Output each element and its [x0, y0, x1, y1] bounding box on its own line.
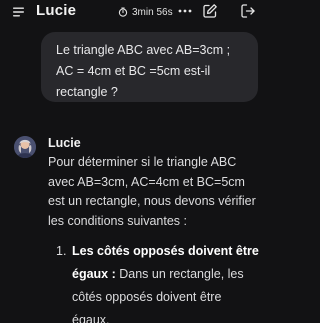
user-message-text: Le triangle ABC avec AB=3cm ; AC = 4cm e… [56, 43, 231, 99]
top-bar: Lucie 3min 56s [0, 0, 270, 24]
list-item-number: 1. [56, 244, 67, 258]
list-item-text: Les côtés opposés doivent être égaux : D… [72, 240, 262, 323]
stopwatch-icon [118, 7, 128, 17]
timer-label: 3min 56s [132, 6, 173, 18]
chat-app: Lucie 3min 56s Le triangle ABC avec AB=3… [0, 0, 270, 323]
user-message-bubble: Le triangle ABC avec AB=3cm ; AC = 4cm e… [41, 32, 258, 102]
logout-icon[interactable] [240, 3, 256, 19]
ellipsis-icon[interactable] [177, 3, 193, 19]
session-timer: 3min 56s [118, 5, 173, 19]
assistant-avatar [14, 136, 36, 158]
hamburger-menu-icon[interactable] [12, 5, 26, 19]
app-title: Lucie [36, 2, 77, 19]
assistant-intro-text: Pour déterminer si le triangle ABC avec … [48, 155, 256, 228]
assistant-name: Lucie [48, 136, 81, 150]
edit-icon[interactable] [202, 3, 218, 19]
